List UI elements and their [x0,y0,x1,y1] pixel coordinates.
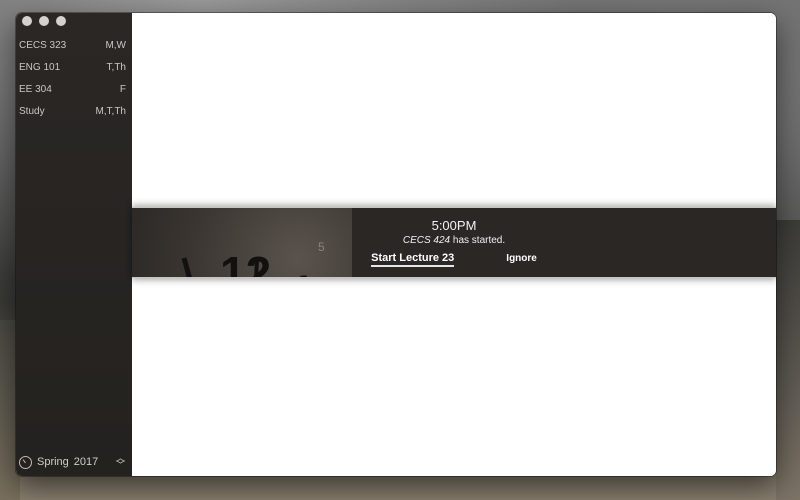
course-name: CECS 323 [19,39,67,51]
course-days: M,T,Th [95,105,126,117]
notification-course: CECS 424 [402,235,451,246]
course-name: Study [19,105,45,117]
semester-label: Spring [37,456,69,468]
course-days: F [119,83,126,95]
course-list: CECS 323 M,W ENG 101 T,Th EE 304 F Study… [16,34,132,122]
course-name: ENG 101 [19,61,61,73]
notification-message-suffix: has started. [450,235,506,246]
notification-message: CECS 424 has started. [403,235,505,246]
course-item[interactable]: Study M,T,Th [16,100,132,122]
minimize-window-button[interactable] [39,16,49,26]
close-window-button[interactable] [22,16,32,26]
ignore-button[interactable]: Ignore [506,253,537,267]
up-down-stepper-icon[interactable]: ︿ ﹀ [116,454,125,470]
semester-selector[interactable]: Spring 2017 ︿ ﹀ [19,452,129,472]
lecture-notification-banner: 12 1 5 5:00PM CECS 424 has started. Star… [132,207,776,278]
course-days: M,W [105,39,126,51]
course-item[interactable]: CECS 323 M,W [16,34,132,56]
main-content: 12 1 5 5:00PM CECS 424 has started. Star… [132,13,776,476]
notification-time: 5:00PM [431,218,477,233]
desktop-wallpaper-right [776,220,800,500]
start-lecture-button[interactable]: Start Lecture 23 [371,252,455,267]
app-window: CECS 323 M,W ENG 101 T,Th EE 304 F Study… [16,13,776,476]
course-days: T,Th [106,61,126,73]
course-item[interactable]: EE 304 F [16,78,132,100]
zoom-window-button[interactable] [56,16,66,26]
course-name: EE 304 [19,83,52,95]
clock-icon [19,455,32,469]
notification-content: 5:00PM CECS 424 has started. Start Lectu… [132,208,776,277]
sidebar: CECS 323 M,W ENG 101 T,Th EE 304 F Study… [16,13,132,476]
window-controls [22,16,66,26]
course-item[interactable]: ENG 101 T,Th [16,56,132,78]
notification-actions: Start Lecture 23 Ignore [371,252,537,267]
semester-year: 2017 [73,456,99,468]
